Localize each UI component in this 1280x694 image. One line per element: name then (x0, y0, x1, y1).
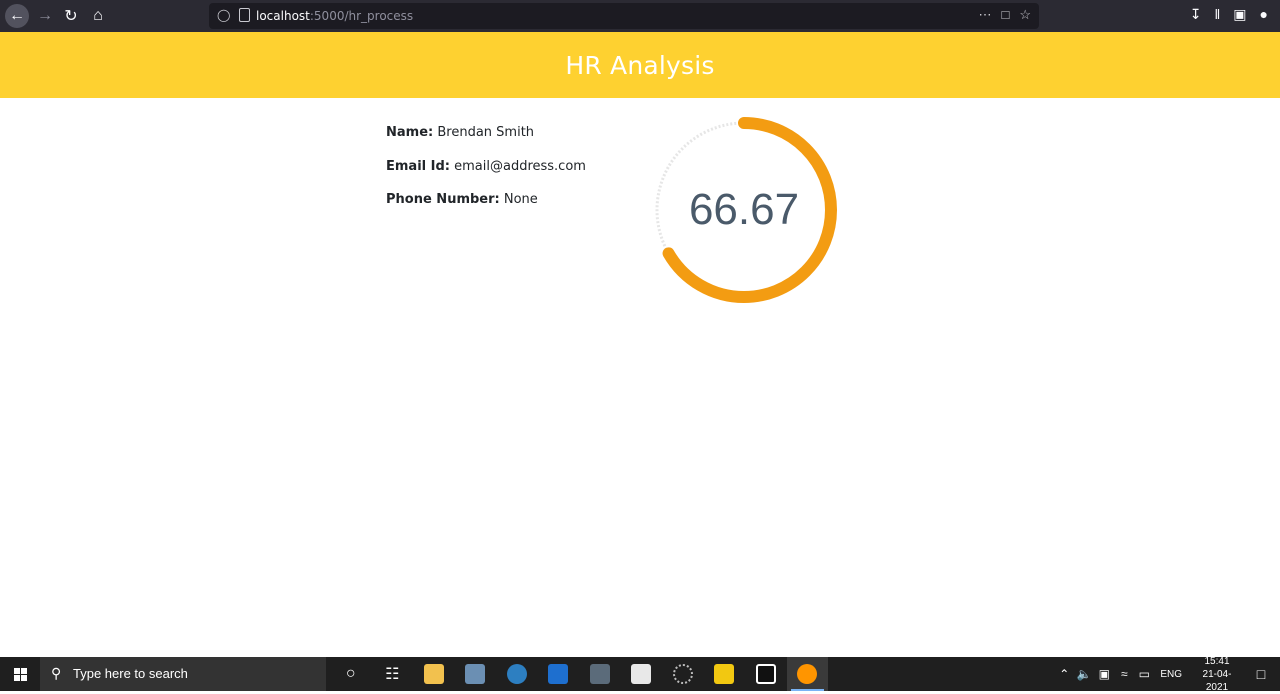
url-text[interactable]: localhost:5000/hr_process (256, 9, 413, 23)
page-title: HR Analysis (565, 50, 715, 80)
gauge-value: 66.67 (688, 185, 800, 234)
battery-icon[interactable]: ▭ (1134, 667, 1154, 681)
phone-value: None (503, 192, 538, 207)
account-icon[interactable]: ● (1260, 6, 1268, 23)
clock-date: 21-04-2021 (1202, 668, 1232, 693)
taskbar: ⚲ ○ ☷ ⌃ 🔈 ▣ ≈ ▭ ENG 15:41 21-04-2021 □ (0, 655, 1280, 694)
pocket-icon[interactable]: □ (1001, 7, 1009, 23)
sidebar-icon[interactable]: ▣ (1233, 6, 1246, 23)
clock-time: 15:41 (1204, 655, 1230, 667)
bookmark-star-icon[interactable]: ☆ (1019, 7, 1031, 23)
task-view-icon[interactable]: ☷ (372, 657, 414, 691)
pycharm-icon[interactable] (745, 657, 787, 691)
more-icon[interactable]: ⋯ (978, 7, 991, 23)
search-input[interactable] (73, 666, 313, 681)
teamviewer-icon[interactable] (538, 657, 580, 691)
firefox-icon[interactable] (786, 657, 828, 691)
system-tray: ⌃ 🔈 ▣ ≈ ▭ ENG 15:41 21-04-2021 □ (1054, 655, 1280, 694)
snowflake-app-icon[interactable] (621, 657, 663, 691)
reload-icon[interactable]: ↻ (59, 4, 83, 28)
name-row: Name: Brendan Smith (386, 124, 586, 158)
edge-icon[interactable] (496, 657, 538, 691)
candidate-info: Name: Brendan Smith Email Id: email@addr… (386, 124, 586, 225)
clock[interactable]: 15:41 21-04-2021 (1192, 655, 1242, 694)
page-icon (239, 8, 250, 22)
phone-row: Phone Number: None (386, 191, 586, 225)
name-label: Name: (386, 125, 434, 140)
power-bi-icon[interactable] (704, 657, 746, 691)
file-explorer-icon[interactable] (413, 657, 455, 691)
start-button[interactable] (0, 657, 40, 691)
download-icon[interactable]: ↧ (1190, 6, 1202, 23)
page-header: HR Analysis (0, 32, 1280, 98)
chevron-up-icon[interactable]: ⌃ (1054, 667, 1074, 681)
volume-icon[interactable]: 🔈 (1074, 667, 1094, 681)
cortana-icon[interactable]: ○ (330, 657, 372, 691)
mail-icon[interactable] (455, 657, 497, 691)
home-icon[interactable]: ⌂ (86, 4, 110, 28)
library-icon[interactable]: ‖ (1215, 6, 1221, 23)
search-icon: ⚲ (51, 665, 62, 681)
email-row: Email Id: email@address.com (386, 158, 586, 192)
phone-label: Phone Number: (386, 192, 500, 207)
app-tray-icon[interactable]: ▣ (1094, 667, 1114, 681)
browser-toolbar: ← → ↻ ⌂ ◯ localhost:5000/hr_process ⋯ □ … (0, 0, 1280, 32)
back-icon[interactable]: ← (5, 4, 29, 28)
shield-icon[interactable]: ◯ (217, 8, 230, 22)
taskbar-search[interactable]: ⚲ (40, 657, 326, 691)
url-bar[interactable]: ◯ localhost:5000/hr_process ⋯ □ ☆ (209, 3, 1039, 29)
forward-icon[interactable]: → (33, 4, 57, 28)
wifi-icon[interactable]: ≈ (1114, 667, 1134, 681)
score-gauge: 66.67 (648, 114, 840, 306)
notification-icon[interactable]: □ (1242, 666, 1280, 682)
loading-app-icon[interactable] (662, 657, 704, 691)
language-indicator[interactable]: ENG (1160, 669, 1182, 680)
windows-icon (13, 667, 27, 681)
name-value: Brendan Smith (437, 125, 535, 140)
app-icon[interactable] (579, 657, 621, 691)
email-label: Email Id: (386, 158, 450, 174)
email-value: email@address.com (454, 158, 586, 174)
